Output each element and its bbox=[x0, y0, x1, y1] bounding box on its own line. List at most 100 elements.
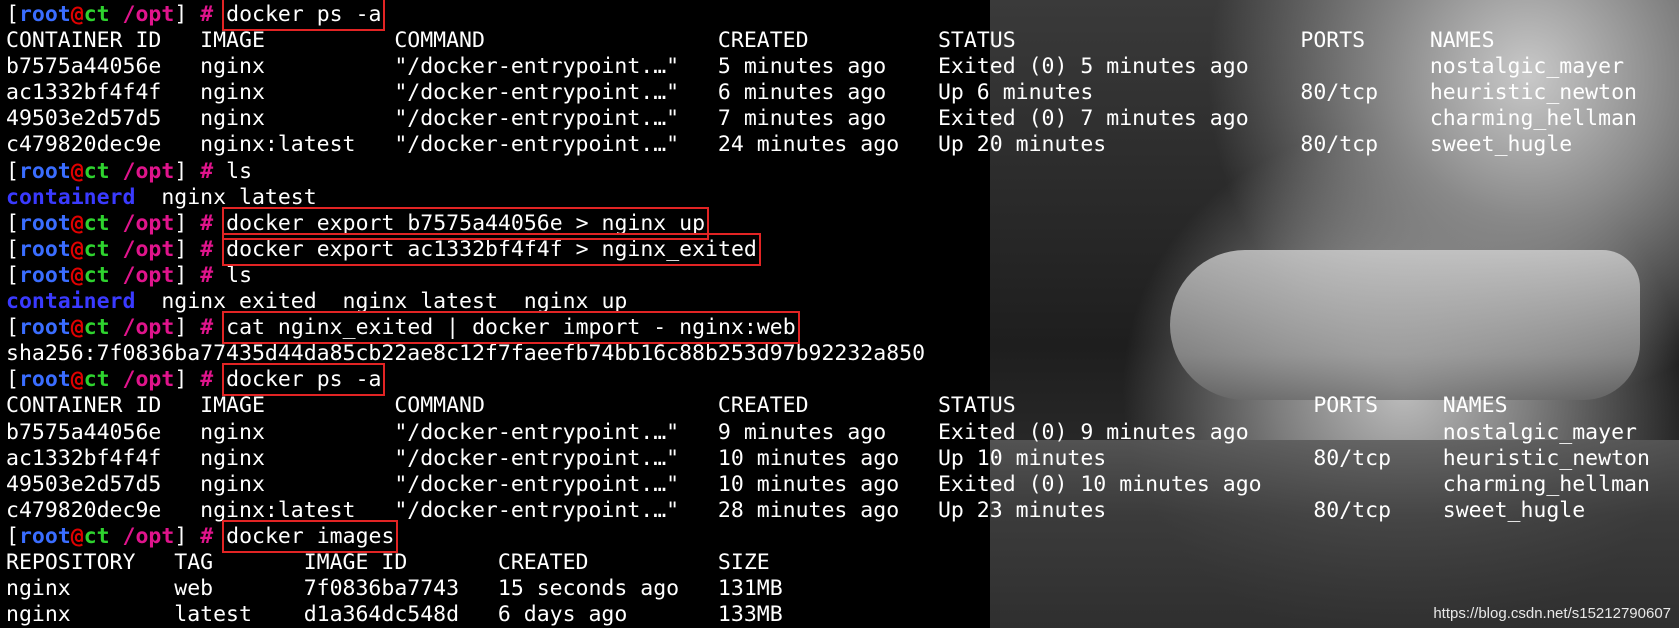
output-line: c479820dec9e nginx:latest "/docker-entry… bbox=[6, 498, 1650, 524]
file-entries: nginx_latest bbox=[135, 184, 317, 210]
prompt-path: /opt bbox=[122, 210, 175, 236]
output-line: nginx latest d1a364dc548d 6 days ago 133… bbox=[6, 602, 1650, 628]
output-text: 49503e2d57d5 nginx "/docker-entrypoint.…… bbox=[6, 106, 1637, 132]
prompt-hash: # bbox=[200, 2, 214, 27]
prompt-close-bracket: ] bbox=[174, 262, 188, 288]
prompt-host: ct bbox=[83, 2, 110, 27]
output-line: CONTAINER ID IMAGE COMMAND CREATED STATU… bbox=[6, 393, 1650, 419]
prompt-host: ct bbox=[83, 315, 110, 341]
prompt-path: /opt bbox=[122, 367, 175, 393]
prompt-hash: # bbox=[200, 262, 214, 288]
prompt-hash: # bbox=[200, 367, 214, 393]
prompt-path: /opt bbox=[122, 315, 175, 341]
output-line: ac1332bf4f4f nginx "/docker-entrypoint.…… bbox=[6, 80, 1650, 106]
prompt-line: [root@ct /opt] # ls bbox=[6, 263, 1650, 289]
prompt-user: root bbox=[18, 236, 71, 262]
prompt-path: /opt bbox=[122, 2, 175, 27]
prompt-close-bracket: ] bbox=[174, 523, 188, 549]
prompt-user: root bbox=[18, 210, 71, 236]
prompt-host: ct bbox=[83, 236, 110, 262]
prompt-line: [root@ct /opt] # docker export ac1332bf4… bbox=[6, 232, 1650, 266]
prompt-line: [root@ct /opt] # docker ps -a bbox=[6, 0, 1650, 31]
prompt-user: root bbox=[18, 367, 71, 393]
prompt-open-bracket: [ bbox=[6, 367, 19, 393]
prompt-close-bracket: ] bbox=[174, 158, 188, 184]
prompt-close-bracket: ] bbox=[174, 2, 188, 27]
command-text[interactable]: cat nginx_exited | docker import - nginx… bbox=[222, 311, 800, 345]
prompt-hash: # bbox=[200, 523, 214, 549]
prompt-at: @ bbox=[70, 210, 84, 236]
command-text[interactable]: docker images bbox=[222, 519, 399, 553]
output-line: c479820dec9e nginx:latest "/docker-entry… bbox=[6, 132, 1650, 158]
output-text: nginx web 7f0836ba7743 15 seconds ago 13… bbox=[6, 576, 783, 602]
file-entries: nginx_exited nginx_latest nginx_up bbox=[135, 289, 628, 315]
prompt-at: @ bbox=[70, 236, 84, 262]
prompt-at: @ bbox=[70, 2, 84, 27]
prompt-line: [root@ct /opt] # ls bbox=[6, 159, 1650, 185]
prompt-line: [root@ct /opt] # cat nginx_exited | dock… bbox=[6, 311, 1650, 345]
prompt-at: @ bbox=[70, 367, 84, 393]
prompt-open-bracket: [ bbox=[6, 158, 19, 184]
prompt-host: ct bbox=[83, 367, 110, 393]
output-line: 49503e2d57d5 nginx "/docker-entrypoint.…… bbox=[6, 106, 1650, 132]
output-line: CONTAINER ID IMAGE COMMAND CREATED STATU… bbox=[6, 28, 1650, 54]
prompt-at: @ bbox=[70, 315, 84, 341]
watermark-text: https://blog.csdn.net/s15212790607 bbox=[1433, 605, 1671, 622]
prompt-path: /opt bbox=[122, 262, 175, 288]
prompt-close-bracket: ] bbox=[174, 367, 188, 393]
prompt-host: ct bbox=[83, 210, 110, 236]
prompt-hash: # bbox=[200, 236, 214, 262]
command-text[interactable]: docker export ac1332bf4f4f > nginx_exite… bbox=[222, 232, 761, 266]
output-line: REPOSITORY TAG IMAGE ID CREATED SIZE bbox=[6, 550, 1650, 576]
output-text: c479820dec9e nginx:latest "/docker-entry… bbox=[6, 132, 1573, 158]
command-text[interactable]: docker export b7575a44056e > nginx_up bbox=[222, 206, 710, 240]
directory-entry: containerd bbox=[6, 184, 136, 210]
output-text: 49503e2d57d5 nginx "/docker-entrypoint.…… bbox=[6, 471, 1650, 497]
output-line: b7575a44056e nginx "/docker-entrypoint.…… bbox=[6, 54, 1650, 80]
prompt-open-bracket: [ bbox=[6, 262, 19, 288]
directory-entry: containerd bbox=[6, 289, 136, 315]
prompt-hash: # bbox=[200, 158, 214, 184]
output-text: b7575a44056e nginx "/docker-entrypoint.…… bbox=[6, 54, 1625, 80]
output-text: CONTAINER ID IMAGE COMMAND CREATED STATU… bbox=[6, 393, 1508, 419]
command-text[interactable]: docker ps -a bbox=[222, 363, 386, 397]
output-line: sha256:7f0836ba77435d44da85cb22ae8c12f7f… bbox=[6, 341, 1650, 367]
prompt-user: root bbox=[18, 2, 71, 27]
prompt-line: [root@ct /opt] # docker export b7575a440… bbox=[6, 206, 1650, 240]
prompt-open-bracket: [ bbox=[6, 523, 19, 549]
output-text: nginx latest d1a364dc548d 6 days ago 133… bbox=[6, 602, 783, 628]
prompt-path: /opt bbox=[122, 158, 175, 184]
output-text: sha256:7f0836ba77435d44da85cb22ae8c12f7f… bbox=[6, 341, 926, 367]
output-text: c479820dec9e nginx:latest "/docker-entry… bbox=[6, 497, 1586, 523]
prompt-at: @ bbox=[70, 262, 84, 288]
prompt-host: ct bbox=[83, 158, 110, 184]
prompt-user: root bbox=[18, 262, 71, 288]
prompt-open-bracket: [ bbox=[6, 315, 19, 341]
prompt-line: [root@ct /opt] # docker ps -a bbox=[6, 363, 1650, 397]
output-line: containerd nginx_latest bbox=[6, 185, 1650, 211]
prompt-close-bracket: ] bbox=[174, 315, 188, 341]
terminal-output[interactable]: [root@ct /opt] # docker ps -a CONTAINER I… bbox=[6, 0, 1650, 628]
command-text[interactable]: ls bbox=[226, 159, 252, 184]
output-text: ac1332bf4f4f nginx "/docker-entrypoint.…… bbox=[6, 445, 1650, 471]
output-line: containerd nginx_exited nginx_latest ngi… bbox=[6, 289, 1650, 315]
output-text: CONTAINER ID IMAGE COMMAND CREATED STATU… bbox=[6, 28, 1495, 54]
prompt-path: /opt bbox=[122, 236, 175, 262]
prompt-host: ct bbox=[83, 523, 110, 549]
prompt-hash: # bbox=[200, 315, 214, 341]
prompt-open-bracket: [ bbox=[6, 210, 19, 236]
prompt-hash: # bbox=[200, 210, 214, 236]
output-line: nginx web 7f0836ba7743 15 seconds ago 13… bbox=[6, 576, 1650, 602]
output-line: 49503e2d57d5 nginx "/docker-entrypoint.…… bbox=[6, 472, 1650, 498]
output-text: b7575a44056e nginx "/docker-entrypoint.…… bbox=[6, 419, 1637, 445]
prompt-close-bracket: ] bbox=[174, 210, 188, 236]
prompt-line: [root@ct /opt] # docker images bbox=[6, 519, 1650, 553]
output-line: ac1332bf4f4f nginx "/docker-entrypoint.…… bbox=[6, 446, 1650, 472]
output-text: ac1332bf4f4f nginx "/docker-entrypoint.…… bbox=[6, 80, 1637, 106]
command-text[interactable]: docker ps -a bbox=[222, 0, 386, 31]
prompt-host: ct bbox=[83, 262, 110, 288]
command-text[interactable]: ls bbox=[226, 263, 252, 288]
output-line: b7575a44056e nginx "/docker-entrypoint.…… bbox=[6, 420, 1650, 446]
prompt-user: root bbox=[18, 315, 71, 341]
prompt-path: /opt bbox=[122, 523, 175, 549]
